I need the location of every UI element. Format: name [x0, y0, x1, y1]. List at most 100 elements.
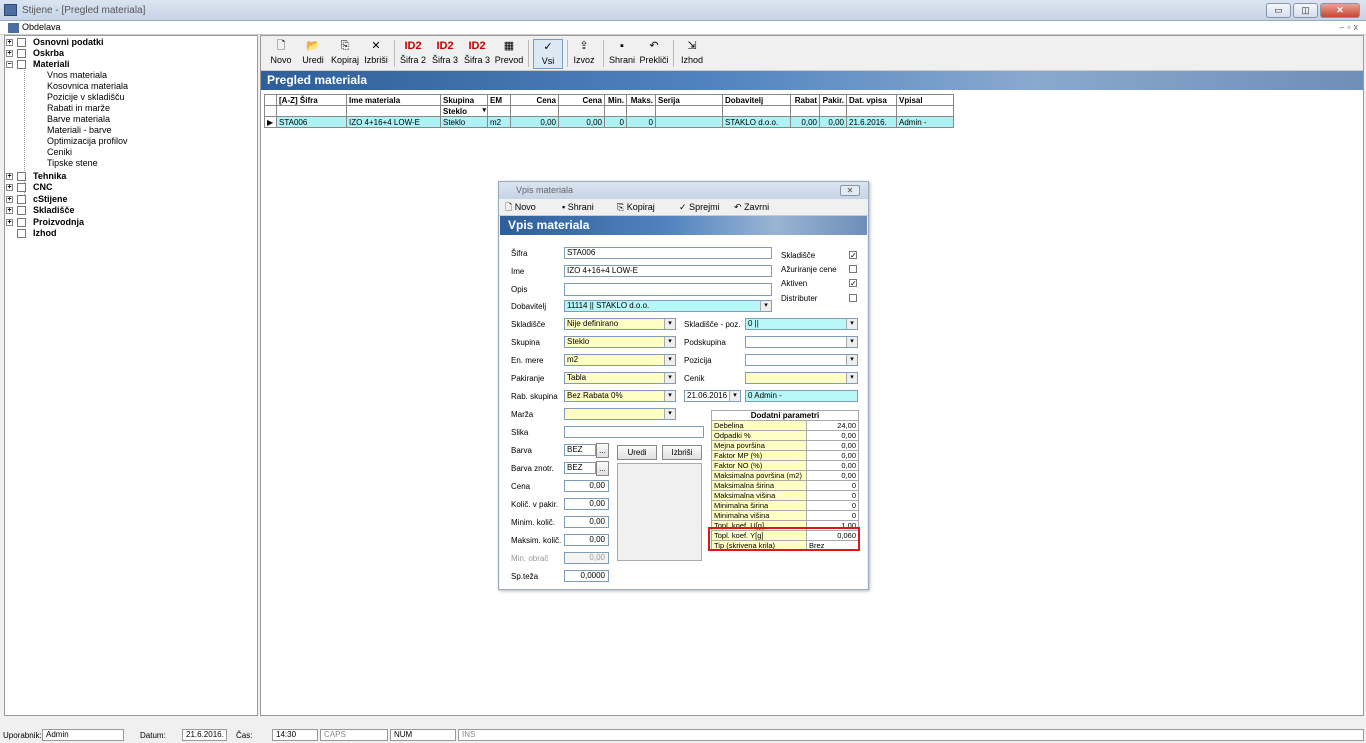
- minim-kolic-field[interactable]: 0,00: [564, 516, 609, 528]
- opis-field[interactable]: [564, 283, 772, 296]
- chevron-down-icon[interactable]: ▾: [846, 355, 857, 365]
- barva-znotr-browse-button[interactable]: ...: [596, 461, 609, 476]
- tree-item-kosovnica-materiala[interactable]: Kosovnica materiala: [47, 81, 128, 92]
- pakiranje-select[interactable]: Tabla ▾: [564, 372, 676, 384]
- chevron-down-icon[interactable]: ▾: [846, 373, 857, 383]
- uredi-button[interactable]: 📂 Uredi: [298, 39, 328, 69]
- chevron-down-icon[interactable]: ▾: [846, 337, 857, 347]
- cell-ime[interactable]: IZO 4+16+4 LOW-E: [346, 116, 441, 128]
- aktiven-checkbox[interactable]: ✓: [849, 279, 857, 288]
- filter-ime[interactable]: [346, 105, 441, 117]
- col-em[interactable]: EM: [487, 94, 511, 106]
- collapse-icon[interactable]: −: [6, 61, 13, 68]
- chevron-down-icon[interactable]: ▾: [664, 337, 675, 347]
- col-cena[interactable]: Cena: [510, 94, 559, 106]
- tree-item-rabati-in-marze[interactable]: Rabati in marže: [47, 103, 110, 114]
- tree-item-tehnika[interactable]: + Tehnika: [5, 171, 255, 182]
- skladisce-select[interactable]: Nije definirano ▾: [564, 318, 676, 330]
- cell-em[interactable]: m2: [487, 116, 511, 128]
- azuriranje-cene-checkbox[interactable]: [849, 265, 857, 273]
- sp-teza-field[interactable]: 0,0000: [564, 570, 609, 582]
- filter-maks[interactable]: [626, 105, 656, 117]
- mdi-minimize-button[interactable]: –: [1339, 22, 1344, 32]
- cell-dat-vpisa[interactable]: 21.6.2016.: [846, 116, 897, 128]
- col-serija[interactable]: Serija: [655, 94, 723, 106]
- kolic-v-pakir-field[interactable]: 0,00: [564, 498, 609, 510]
- chevron-down-icon[interactable]: ▾: [482, 107, 486, 114]
- col-skupina[interactable]: Skupina: [440, 94, 488, 106]
- filter-vpisal[interactable]: [896, 105, 954, 117]
- tree-item-cnc[interactable]: + CNC: [5, 182, 255, 193]
- distributer-checkbox[interactable]: [849, 294, 857, 302]
- dlg-kopiraj-button[interactable]: ⎘ Kopiraj: [617, 201, 655, 214]
- barva-znotr-field[interactable]: BEZ: [564, 462, 596, 474]
- col-sifra[interactable]: [A-Z] Šifra: [276, 94, 347, 106]
- pozicija-select[interactable]: ▾: [745, 354, 858, 366]
- chevron-down-icon[interactable]: ▾: [760, 301, 771, 311]
- tree-item-ceniki[interactable]: Ceniki: [47, 147, 72, 158]
- maximize-button[interactable]: ◫: [1293, 3, 1318, 18]
- expand-icon[interactable]: +: [6, 196, 13, 203]
- col-vpisal[interactable]: Vpisal: [896, 94, 954, 106]
- table-row[interactable]: ▶ STA006 IZO 4+16+4 LOW-E Steklo m2 0,00…: [264, 116, 954, 128]
- col-pakir[interactable]: Pakir.: [819, 94, 847, 106]
- cell-serija[interactable]: [655, 116, 723, 128]
- filter-dat[interactable]: [846, 105, 897, 117]
- cell-cena[interactable]: 0,00: [510, 116, 559, 128]
- sifra-field[interactable]: STA006: [564, 247, 772, 259]
- sifra3-button[interactable]: ID2 Šifra 3: [431, 39, 459, 69]
- col-min[interactable]: Min.: [604, 94, 627, 106]
- preklici-button[interactable]: ↶ Prekliči: [638, 39, 670, 69]
- chevron-down-icon[interactable]: ▾: [664, 409, 675, 419]
- izhod-button[interactable]: ⇲ Izhod: [678, 39, 706, 69]
- filter-pakir[interactable]: [819, 105, 847, 117]
- chevron-down-icon[interactable]: ▾: [729, 391, 740, 401]
- cell-maks[interactable]: 0: [626, 116, 656, 128]
- mdi-restore-button[interactable]: ▫: [1347, 22, 1350, 32]
- dialog-close-button[interactable]: ✕: [840, 185, 860, 196]
- marza-select[interactable]: ▾: [564, 408, 676, 420]
- skladisce-checkbox[interactable]: ✓: [849, 251, 857, 260]
- dlg-shrani-button[interactable]: ▪ Shrani: [562, 201, 594, 214]
- tree-item-proizvodnja[interactable]: + Proizvodnja: [5, 217, 255, 228]
- skupina-select[interactable]: Steklo ▾: [564, 336, 676, 348]
- cell-min[interactable]: 0: [604, 116, 627, 128]
- chevron-down-icon[interactable]: ▾: [846, 319, 857, 329]
- cell-vpisal[interactable]: Admin -: [896, 116, 954, 128]
- tree-item-osnovni-podatki[interactable]: + Osnovni podatki: [5, 37, 255, 48]
- mdi-close-button[interactable]: x: [1354, 22, 1359, 32]
- sifra3b-button[interactable]: ID2 Šifra 3: [463, 39, 491, 69]
- ime-field[interactable]: IZO 4+16+4 LOW-E: [564, 265, 772, 277]
- filter-dobavitelj[interactable]: [722, 105, 791, 117]
- prevod-button[interactable]: ▦ Prevod: [494, 39, 524, 69]
- cell-pakir[interactable]: 0,00: [819, 116, 847, 128]
- col-rabat[interactable]: Rabat: [790, 94, 820, 106]
- cell-rabat[interactable]: 0,00: [790, 116, 820, 128]
- expand-icon[interactable]: +: [6, 207, 13, 214]
- expand-icon[interactable]: +: [6, 39, 13, 46]
- cena-field[interactable]: 0,00: [564, 480, 609, 492]
- skladisce-poz-select[interactable]: 0 || ▾: [745, 318, 858, 330]
- expand-icon[interactable]: +: [6, 219, 13, 226]
- cell-cena2[interactable]: 0,00: [558, 116, 605, 128]
- dlg-novo-button[interactable]: 🗋 Novo: [505, 201, 536, 214]
- barva-field[interactable]: BEZ: [564, 444, 596, 456]
- col-maks[interactable]: Maks.: [626, 94, 656, 106]
- tree-item-izhod[interactable]: Izhod: [5, 228, 255, 239]
- tree-item-materiali-barve[interactable]: Materiali - barve: [47, 125, 112, 136]
- filter-skupina[interactable]: Steklo ▾: [440, 105, 488, 117]
- filter-rabat[interactable]: [790, 105, 820, 117]
- cell-dobavitelj[interactable]: STAKLO d.o.o.: [722, 116, 791, 128]
- tree-item-barve-materiala[interactable]: Barve materiala: [47, 114, 110, 125]
- tree-item-pozicije-v-skladiscu[interactable]: Pozicije v skladišču: [47, 92, 125, 103]
- filter-min[interactable]: [604, 105, 627, 117]
- chevron-down-icon[interactable]: ▾: [664, 355, 675, 365]
- tree-item-cstijene[interactable]: + cStijene: [5, 194, 255, 205]
- chevron-down-icon[interactable]: ▾: [664, 319, 675, 329]
- en-mere-select[interactable]: m2 ▾: [564, 354, 676, 366]
- filter-cena2[interactable]: [558, 105, 605, 117]
- izvoz-button[interactable]: ⇪ Izvoz: [571, 39, 597, 69]
- uredi-image-button[interactable]: Uredi: [617, 445, 657, 460]
- dobavitelj-select[interactable]: 11114 || STAKLO d.o.o. ▾: [564, 300, 772, 312]
- izbrisi-image-button[interactable]: Izbriši: [662, 445, 702, 460]
